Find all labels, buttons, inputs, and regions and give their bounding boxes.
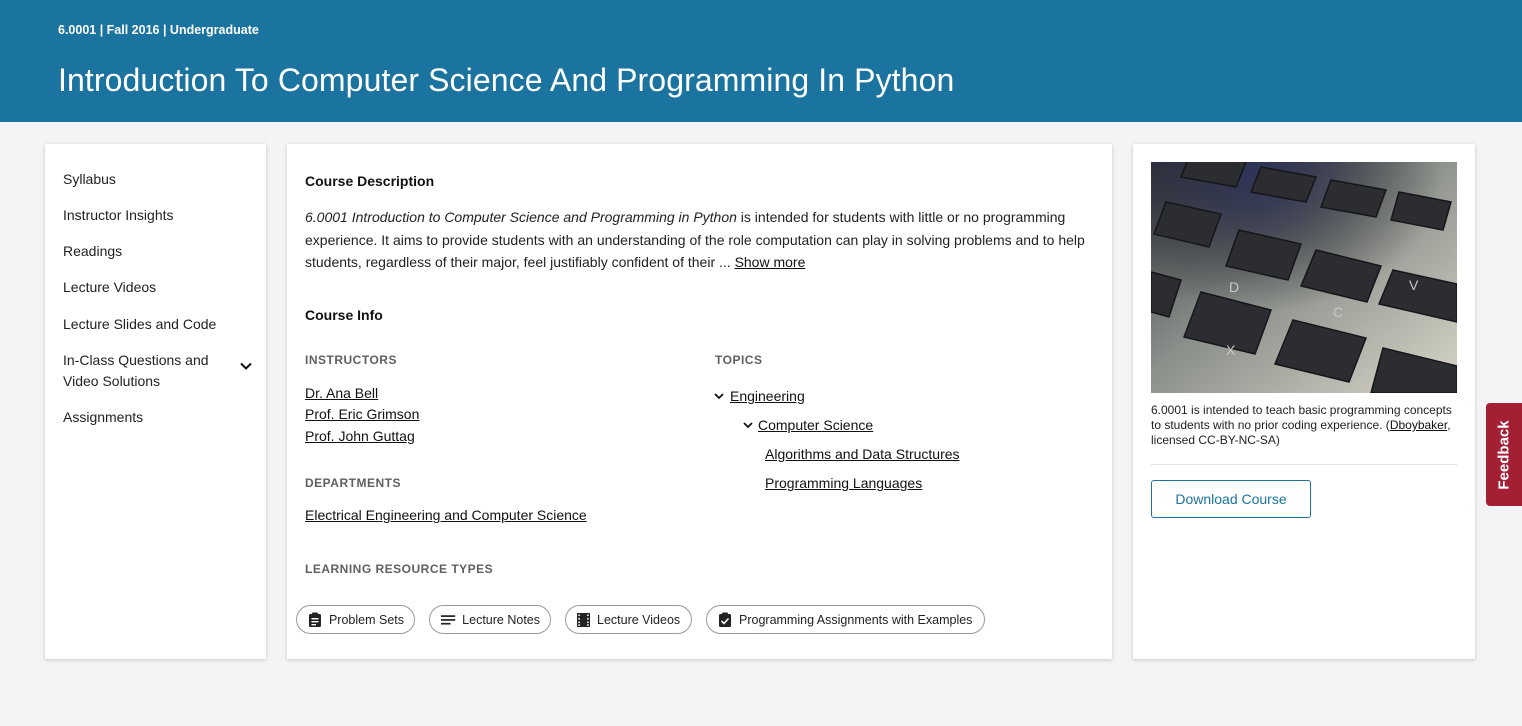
image-caption: 6.0001 is intended to teach basic progra… [1151, 403, 1461, 448]
sidebar-item-lecture-videos[interactable]: Lecture Videos [63, 277, 156, 298]
feedback-label: Feedback [1495, 419, 1513, 490]
resource-chip-label: Lecture Videos [597, 612, 681, 627]
page-title: Introduction To Computer Science And Pro… [58, 62, 955, 98]
topic-link-computer-science[interactable]: Computer Science [758, 417, 873, 433]
svg-text:C: C [1333, 304, 1343, 320]
course-description-title: 6.0001 Introduction to Computer Science … [305, 209, 737, 225]
image-credit-link[interactable]: Dboybaker [1390, 418, 1447, 432]
course-image: D C V X [1151, 162, 1457, 393]
departments-label: DEPARTMENTS [305, 476, 401, 490]
topic-link-engineering[interactable]: Engineering [730, 388, 805, 404]
svg-text:V: V [1409, 277, 1419, 293]
topics-label: TOPICS [715, 353, 763, 367]
sidebar-item-label-line1: In-Class Questions and [63, 352, 209, 368]
sidebar-item-in-class-questions[interactable]: In-Class Questions and Video Solutions [63, 350, 228, 392]
resource-chip-problem-sets[interactable]: Problem Sets [296, 605, 415, 634]
resource-chip-label: Programming Assignments with Examples [739, 612, 973, 627]
sidebar-item-readings[interactable]: Readings [63, 241, 122, 262]
svg-text:X: X [1226, 342, 1236, 358]
svg-text:D: D [1229, 279, 1239, 295]
course-meta: 6.0001 | Fall 2016 | Undergraduate [58, 23, 259, 37]
clipboard-icon [308, 612, 321, 627]
resource-types-label: LEARNING RESOURCE TYPES [305, 562, 494, 576]
clipboard-check-icon [719, 612, 731, 627]
chevron-down-icon[interactable] [713, 390, 725, 402]
department-link-eecs[interactable]: Electrical Engineering and Computer Scie… [305, 507, 587, 523]
instructor-link-john-guttag[interactable]: Prof. John Guttag [305, 428, 415, 444]
sidebar-item-assignments[interactable]: Assignments [63, 407, 143, 428]
show-more-link[interactable]: Show more [735, 254, 806, 270]
chevron-down-icon[interactable] [239, 359, 253, 373]
resource-chip-label: Lecture Notes [462, 612, 540, 627]
resource-chip-label: Problem Sets [328, 612, 404, 627]
notes-lines-icon [440, 614, 456, 625]
course-info-heading: Course Info [305, 307, 383, 323]
instructor-link-ana-bell[interactable]: Dr. Ana Bell [305, 385, 378, 401]
divider [1151, 464, 1457, 465]
chevron-down-icon[interactable] [742, 419, 754, 431]
course-sidebar: Syllabus Instructor Insights Readings Le… [45, 144, 266, 659]
topic-link-programming-languages[interactable]: Programming Languages [765, 475, 922, 491]
course-main: Course Description 6.0001 Introduction t… [287, 144, 1112, 659]
course-header: 6.0001 | Fall 2016 | Undergraduate Intro… [0, 0, 1522, 122]
film-icon [577, 612, 590, 627]
sidebar-item-syllabus[interactable]: Syllabus [63, 169, 116, 190]
resource-chip-programming-assignments[interactable]: Programming Assignments with Examples [706, 605, 985, 634]
resource-chip-lecture-notes[interactable]: Lecture Notes [429, 605, 551, 634]
sidebar-item-label-line2: Video Solutions [63, 373, 161, 389]
sidebar-item-lecture-slides[interactable]: Lecture Slides and Code [63, 314, 216, 335]
course-description-heading: Course Description [305, 173, 435, 189]
instructor-link-eric-grimson[interactable]: Prof. Eric Grimson [305, 406, 419, 422]
instructors-label: INSTRUCTORS [305, 353, 397, 367]
feedback-tab[interactable]: Feedback [1486, 403, 1522, 506]
course-description: 6.0001 Introduction to Computer Science … [305, 206, 1100, 274]
download-course-button[interactable]: Download Course [1151, 480, 1311, 518]
course-aside: D C V X 6.0001 is intended to teach basi… [1133, 144, 1475, 659]
topic-link-algorithms[interactable]: Algorithms and Data Structures [765, 446, 960, 462]
resource-chip-lecture-videos[interactable]: Lecture Videos [565, 605, 692, 634]
sidebar-item-instructor-insights[interactable]: Instructor Insights [63, 205, 174, 226]
